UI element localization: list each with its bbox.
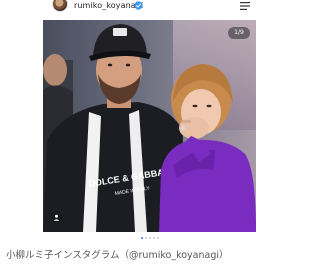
carousel-dots	[0, 237, 300, 241]
verified-badge-icon	[134, 1, 143, 10]
username[interactable]: rumiko_koyanagi	[74, 1, 143, 11]
instagram-post-screenshot: rumiko_koyanagi DOLCE & GABBANA MADE IN …	[0, 0, 300, 269]
avatar[interactable]	[52, 0, 68, 12]
image-caption: 小柳ルミ子インスタグラム（@rumiko_koyanagi）	[6, 250, 229, 261]
carousel-dot[interactable]	[153, 237, 155, 239]
carousel-dot[interactable]	[145, 237, 147, 239]
hamburger-menu-icon[interactable]	[240, 2, 250, 10]
person-tag-icon[interactable]	[51, 212, 62, 223]
carousel-dot[interactable]	[141, 237, 143, 239]
carousel-dot[interactable]	[157, 237, 159, 239]
photo-image: DOLCE & GABBANA MADE IN ITALY	[43, 20, 256, 232]
page-counter: 1/9	[228, 27, 250, 39]
post-header: rumiko_koyanagi	[0, 0, 300, 16]
carousel-dot[interactable]	[149, 237, 151, 239]
post-photo[interactable]: DOLCE & GABBANA MADE IN ITALY 1/9	[43, 20, 256, 232]
